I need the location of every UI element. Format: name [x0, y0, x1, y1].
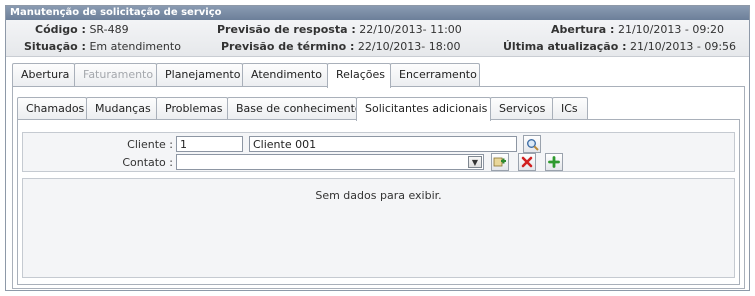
previsao-termino-label: Previsão de término : — [221, 40, 355, 53]
remove-contact-button[interactable] — [518, 153, 536, 171]
codigo-label: Código : — [35, 23, 86, 36]
cliente-label: Cliente : — [127, 138, 173, 151]
tab-planejamento[interactable]: Planejamento — [156, 63, 243, 87]
tab-solicitantes-adicionais[interactable]: Solicitantes adicionais — [356, 97, 491, 121]
solicitantes-adicionais-panel: Cliente : Contato : ▼ — [17, 119, 740, 285]
panel-title: Manutenção de solicitação de serviço — [6, 6, 749, 20]
tab-problemas[interactable]: Problemas — [156, 97, 228, 120]
delete-icon — [521, 156, 533, 168]
contato-label: Contato : — [122, 156, 173, 169]
magnifier-icon — [526, 138, 539, 151]
abertura-field: Abertura : 21/10/2013 - 09:20 — [551, 23, 724, 36]
tab-servicos[interactable]: Serviços — [490, 97, 553, 120]
codigo-value: SR-489 — [89, 23, 129, 36]
tab-relacoes[interactable]: Relações — [327, 63, 391, 88]
tab-faturamento: Faturamento — [74, 63, 157, 87]
tab-chamados[interactable]: Chamados — [17, 97, 87, 120]
ultima-atualizacao-value: 21/10/2013 - 09:56 — [629, 40, 737, 53]
add-contact-button[interactable] — [545, 153, 563, 171]
tab-encerramento[interactable]: Encerramento — [390, 63, 480, 87]
contato-select[interactable]: ▼ — [176, 154, 484, 170]
tab-abertura[interactable]: Abertura — [12, 63, 75, 87]
previsao-resposta-field: Previsão de resposta : 22/10/2013- 11:00 — [217, 23, 462, 36]
previsao-resposta-label: Previsão de resposta : — [217, 23, 356, 36]
plus-icon — [548, 156, 560, 168]
abertura-label: Abertura : — [551, 23, 615, 36]
previsao-termino-value: 22/10/2013- 18:00 — [357, 40, 461, 53]
situacao-label: Situação : — [24, 40, 86, 53]
previsao-resposta-value: 22/10/2013- 11:00 — [359, 23, 462, 36]
situacao-value: Em atendimento — [89, 40, 181, 53]
cliente-name-input[interactable] — [249, 136, 517, 152]
codigo-field: Código : SR-489 — [35, 23, 129, 36]
chevron-down-icon[interactable]: ▼ — [468, 156, 482, 168]
cliente-code-input[interactable] — [176, 136, 243, 152]
contato-value — [177, 154, 183, 170]
tab-mudancas[interactable]: Mudanças — [86, 97, 157, 120]
service-request-panel: Manutenção de solicitação de serviço Cód… — [5, 5, 750, 291]
search-cliente-button[interactable] — [523, 135, 541, 153]
ultima-atualizacao-field: Última atualização : 21/10/2013 - 09:56 — [503, 40, 736, 53]
previsao-termino-field: Previsão de término : 22/10/2013- 18:00 — [221, 40, 460, 53]
situacao-field: Situação : Em atendimento — [24, 40, 181, 53]
tab-atendimento[interactable]: Atendimento — [242, 63, 328, 87]
ultima-atualizacao-label: Última atualização : — [503, 40, 627, 53]
empty-grid-message: Sem dados para exibir. — [315, 189, 442, 202]
add-contact-icon — [493, 157, 506, 167]
relacoes-content: Chamados Mudanças Problemas Base de conh… — [12, 86, 745, 289]
add-contact-from-list-button[interactable] — [491, 153, 509, 171]
solicitantes-grid: Sem dados para exibir. — [22, 178, 735, 278]
add-requester-form: Cliente : Contato : ▼ — [22, 132, 735, 172]
tab-ics[interactable]: ICs — [552, 97, 588, 120]
abertura-value: 21/10/2013 - 09:20 — [617, 23, 725, 36]
request-header: Código : SR-489 Situação : Em atendiment… — [6, 20, 749, 57]
tab-base-de-conhecimento[interactable]: Base de conhecimento — [227, 97, 362, 120]
